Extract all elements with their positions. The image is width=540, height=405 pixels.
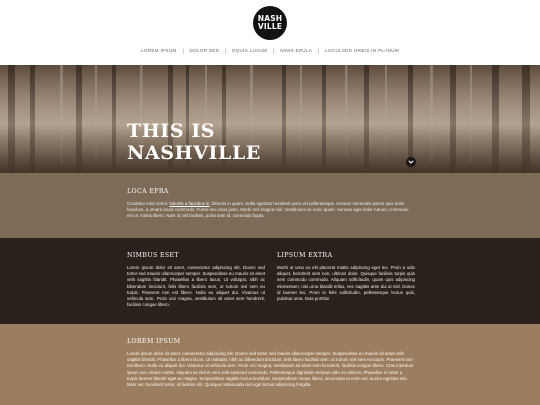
section-heading: LOREM IPSUM — [127, 338, 181, 345]
hero-banner: THIS IS NASHVILLE — [0, 65, 540, 173]
inline-link[interactable]: lobortis a faucibus in — [169, 201, 209, 206]
nav-item-dolor-sed[interactable]: DOLOR SED — [184, 48, 227, 54]
hero-title-line-2: NASHVILLE — [127, 142, 262, 164]
foggy-forest-image — [0, 65, 540, 173]
section-heading: LOCA EPRA — [127, 188, 169, 195]
section-text: Lorem ipsum dolor sit amet, consectetur … — [127, 351, 414, 388]
section-lorem-ipsum: LOREM IPSUM Lorem ipsum dolor sit amet, … — [0, 324, 540, 405]
main-nav: LOREM IPSUM DOLOR SED EQUIS LUXUM NINIS … — [0, 48, 540, 54]
logo-line-2: VILLE — [257, 22, 283, 31]
hero-title: THIS IS NASHVILLE — [127, 120, 261, 164]
text-before-link: Curabitur enim tortor, — [127, 201, 170, 206]
nav-item-loculsed[interactable]: LOCULSED ORBIS IN PLANUM — [319, 48, 405, 54]
site-header: NASH VILLE LOREM IPSUM DOLOR SED EQUIS L… — [0, 0, 540, 65]
nav-item-ninis-epula[interactable]: NINIS EPULA — [274, 48, 320, 54]
section-loca-epra: LOCA EPRA Curabitur enim tortor, loborti… — [0, 173, 540, 238]
column-text-lipsum-extra: Morbi ut urna eu elit placerat mattis ad… — [277, 265, 415, 302]
nashville-logo[interactable]: NASH VILLE — [253, 6, 287, 40]
chevron-down-icon — [408, 160, 414, 164]
section-two-columns: NIMBUS ESET Lorem ipsum dolor sit amet, … — [0, 238, 540, 324]
column-text-nimbus-eset: Lorem ipsum dolor sit amet, consectetur … — [127, 265, 265, 308]
column-heading-nimbus-eset: NIMBUS ESET — [127, 252, 179, 259]
column-heading-lipsum-extra: LIPSUM EXTRA — [277, 252, 333, 259]
nav-item-equis-luxum[interactable]: EQUIS LUXUM — [226, 48, 275, 54]
nav-item-lorem-ipsum[interactable]: LOREM IPSUM — [135, 48, 184, 54]
scroll-down-button[interactable] — [406, 157, 416, 167]
section-text: Curabitur enim tortor, lobortis a faucib… — [127, 201, 414, 220]
hero-title-line-1: THIS IS — [127, 120, 216, 142]
